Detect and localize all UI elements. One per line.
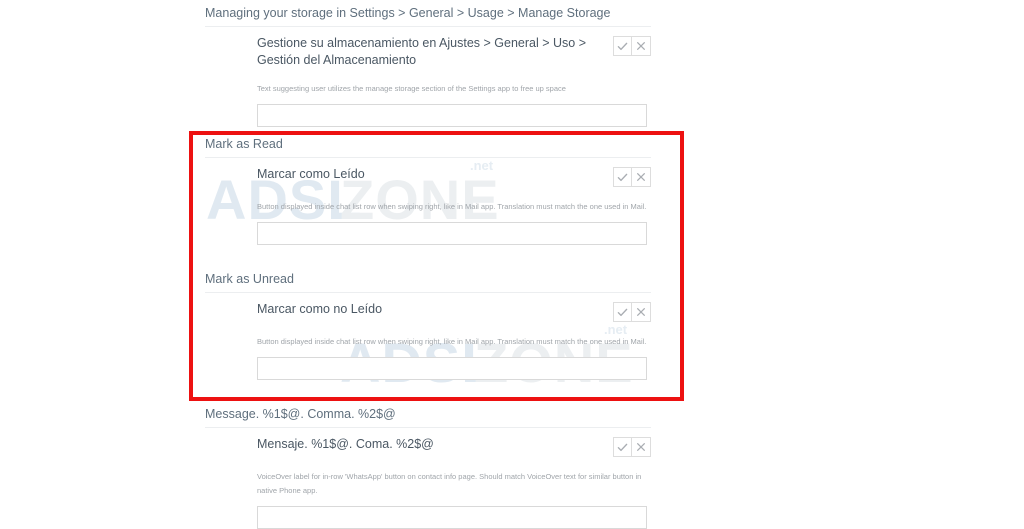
section-source-string: Mark as Unread bbox=[205, 272, 651, 293]
close-icon bbox=[636, 172, 646, 182]
translation-action-buttons bbox=[613, 167, 651, 187]
close-icon-button[interactable] bbox=[632, 437, 651, 457]
translation-section: Mark as Unread Marcar como no Leído Butt… bbox=[205, 272, 651, 380]
section-source-string: Managing your storage in Settings > Gene… bbox=[205, 6, 651, 27]
translation-description: Button displayed inside chat list row wh… bbox=[257, 337, 647, 346]
translation-text: Marcar como Leído bbox=[257, 167, 365, 181]
translation-description: Button displayed inside chat list row wh… bbox=[257, 202, 647, 211]
translation-text: Mensaje. %1$@. Coma. %2$@ bbox=[257, 437, 434, 451]
translation-text: Gestione su almacenamiento en Ajustes > … bbox=[257, 36, 587, 67]
check-icon-button[interactable] bbox=[613, 167, 632, 187]
translation-input[interactable] bbox=[257, 222, 647, 245]
translation-entry: Mensaje. %1$@. Coma. %2$@ VoiceOver labe… bbox=[205, 428, 651, 529]
translation-text: Marcar como no Leído bbox=[257, 302, 383, 316]
check-icon bbox=[617, 172, 628, 183]
section-source-string: Mark as Read bbox=[205, 137, 651, 158]
translation-section: Mark as Read Marcar como Leído Button di… bbox=[205, 137, 651, 245]
translation-entry: Marcar como Leído Button displayed insid… bbox=[205, 158, 651, 245]
check-icon bbox=[617, 442, 628, 453]
section-source-string: Message. %1$@. Comma. %2$@ bbox=[205, 407, 651, 428]
translation-input[interactable] bbox=[257, 357, 647, 380]
check-icon-button[interactable] bbox=[613, 36, 632, 56]
check-icon bbox=[617, 307, 628, 318]
translation-entry-header: Mensaje. %1$@. Coma. %2$@ bbox=[257, 436, 651, 457]
check-icon-button[interactable] bbox=[613, 437, 632, 457]
translation-description: VoiceOver label for in-row 'WhatsApp' bu… bbox=[257, 472, 642, 495]
translation-entry: Marcar como no Leído Button displayed in… bbox=[205, 293, 651, 380]
close-icon bbox=[636, 442, 646, 452]
check-icon-button[interactable] bbox=[613, 302, 632, 322]
translation-input[interactable] bbox=[257, 104, 647, 127]
translation-entry-header: Gestione su almacenamiento en Ajustes > … bbox=[257, 35, 651, 69]
translation-action-buttons bbox=[613, 437, 651, 457]
translation-entry-header: Marcar como no Leído bbox=[257, 301, 651, 322]
translation-action-buttons bbox=[613, 302, 651, 322]
translation-description: Text suggesting user utilizes the manage… bbox=[257, 84, 566, 93]
translation-entry: Gestione su almacenamiento en Ajustes > … bbox=[205, 27, 651, 127]
translation-section: Managing your storage in Settings > Gene… bbox=[205, 6, 651, 127]
close-icon bbox=[636, 307, 646, 317]
close-icon-button[interactable] bbox=[632, 167, 651, 187]
translation-section: Message. %1$@. Comma. %2$@ Mensaje. %1$@… bbox=[205, 407, 651, 529]
translation-action-buttons bbox=[613, 36, 651, 56]
close-icon-button[interactable] bbox=[632, 36, 651, 56]
check-icon bbox=[617, 41, 628, 52]
close-icon bbox=[636, 41, 646, 51]
translation-input[interactable] bbox=[257, 506, 647, 529]
translation-entry-header: Marcar como Leído bbox=[257, 166, 651, 187]
translation-list: Managing your storage in Settings > Gene… bbox=[0, 0, 1024, 529]
close-icon-button[interactable] bbox=[632, 302, 651, 322]
